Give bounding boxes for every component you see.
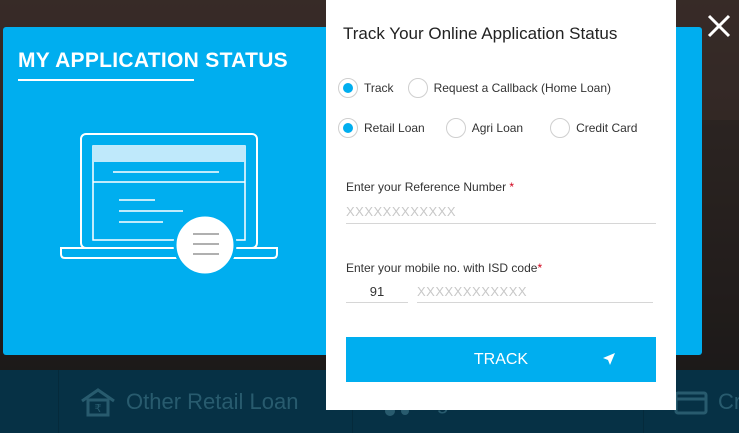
- laptop-application-icon: [60, 133, 278, 277]
- track-status-form: Track Your Online Application Status Tra…: [326, 0, 676, 410]
- radio-track-circle[interactable]: [338, 78, 358, 98]
- mobile-number-label: Enter your mobile no. with ISD code*: [346, 261, 542, 275]
- panel-title: MY APPLICATION STATUS: [18, 49, 288, 72]
- radio-credit-card-label: Credit Card: [576, 121, 638, 135]
- required-marker: *: [537, 261, 543, 275]
- radio-agri-loan-label: Agri Loan: [471, 121, 524, 135]
- reference-number-label: Enter your Reference Number *: [346, 180, 514, 194]
- radio-retail-loan-circle[interactable]: [338, 118, 358, 138]
- reference-number-label-text: Enter your Reference Number: [346, 180, 507, 194]
- radio-track[interactable]: Track: [338, 78, 394, 98]
- radio-retail-loan[interactable]: Retail Loan: [338, 118, 425, 138]
- isd-code-input[interactable]: [346, 285, 408, 303]
- mobile-number-input[interactable]: [417, 285, 653, 303]
- mode-radio-group: Track Request a Callback (Home Loan): [338, 78, 621, 98]
- mobile-number-label-text: Enter your mobile no. with ISD code: [346, 261, 538, 275]
- close-icon[interactable]: [705, 12, 733, 40]
- panel-title-underline: [18, 79, 194, 81]
- radio-track-label: Track: [364, 81, 394, 95]
- radio-agri-loan-circle[interactable]: [445, 118, 466, 138]
- radio-request-callback[interactable]: Request a Callback (Home Loan): [407, 78, 611, 98]
- send-arrow-icon: [603, 353, 615, 365]
- track-button[interactable]: TRACK: [346, 337, 656, 382]
- radio-request-callback-label: Request a Callback (Home Loan): [433, 81, 611, 95]
- required-marker: *: [509, 180, 515, 194]
- radio-credit-card[interactable]: Credit Card: [550, 118, 637, 138]
- loan-type-radio-group: Retail Loan Agri Loan Credit Card: [338, 118, 647, 138]
- form-title: Track Your Online Application Status: [343, 24, 618, 43]
- radio-agri-loan[interactable]: Agri Loan: [445, 118, 524, 138]
- reference-number-input[interactable]: [346, 204, 656, 224]
- radio-credit-card-circle[interactable]: [550, 118, 571, 138]
- track-button-label: TRACK: [473, 350, 529, 368]
- radio-request-callback-circle[interactable]: [407, 78, 428, 98]
- radio-retail-loan-label: Retail Loan: [364, 121, 425, 135]
